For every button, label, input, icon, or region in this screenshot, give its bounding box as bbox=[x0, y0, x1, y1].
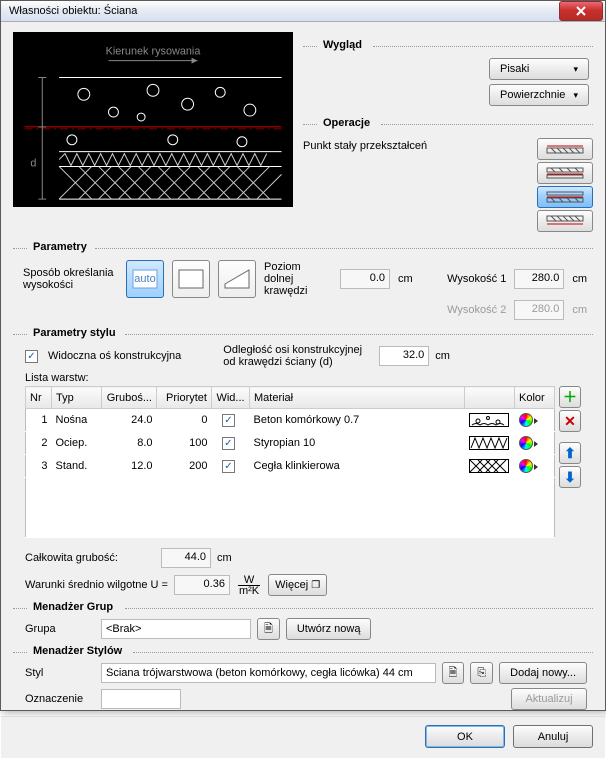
col-priorytet[interactable]: Priorytet bbox=[157, 387, 212, 409]
ok-button[interactable]: OK bbox=[425, 725, 505, 748]
window-title: Własności obiektu: Ściana bbox=[9, 5, 559, 17]
menadzer-stylow-title: Menadżer Stylów bbox=[29, 645, 126, 657]
height-mode-rect[interactable] bbox=[172, 260, 210, 298]
color-picker-icon[interactable] bbox=[519, 459, 533, 473]
wyglad-title: Wygląd bbox=[319, 39, 366, 51]
table-row[interactable]: 2 Ociep. 8.0 100 Styropian 10 bbox=[26, 432, 555, 455]
lista-warstw-label: Lista warstw: bbox=[25, 372, 89, 384]
chevron-down-icon bbox=[573, 63, 578, 75]
close-icon bbox=[575, 5, 587, 17]
row2-visible-checkbox[interactable] bbox=[222, 437, 235, 450]
poziom-value[interactable]: 0.0 bbox=[340, 269, 390, 289]
dialog-window: Własności obiektu: Ściana Kierunek rysow… bbox=[0, 0, 606, 711]
pisaki-dropdown[interactable]: Pisaki bbox=[489, 58, 589, 80]
parametry-title: Parametry bbox=[29, 241, 91, 253]
col-wid[interactable]: Wid... bbox=[212, 387, 250, 409]
svg-text:auto: auto bbox=[134, 273, 155, 285]
table-row[interactable]: 3 Stand. 12.0 200 Cegła klinkierowa bbox=[26, 455, 555, 478]
move-down-button[interactable]: ⬇ bbox=[559, 466, 581, 488]
styl-field[interactable] bbox=[101, 663, 436, 683]
poziom-label: Poziom dolnej krawędzi bbox=[264, 261, 332, 297]
sposob-label: Sposób określania wysokości bbox=[23, 267, 118, 291]
hatch-icon[interactable] bbox=[469, 459, 509, 473]
hatch-icon[interactable] bbox=[469, 413, 509, 427]
height-mode-slope[interactable] bbox=[218, 260, 256, 298]
col-material[interactable]: Materiał bbox=[250, 387, 465, 409]
col-grubos[interactable]: Gruboś... bbox=[102, 387, 157, 409]
table-row[interactable]: 1 Nośna 24.0 0 Beton komórkowy 0.7 bbox=[26, 409, 555, 432]
transform-mode-2[interactable] bbox=[537, 162, 593, 184]
color-picker-icon[interactable] bbox=[519, 413, 533, 427]
transform-mode-1[interactable] bbox=[537, 138, 593, 160]
u-value: 0.36 bbox=[174, 575, 230, 595]
layers-table[interactable]: Nr Typ Gruboś... Priorytet Wid... Materi… bbox=[25, 386, 555, 538]
powierzchnie-dropdown[interactable]: Powierzchnie bbox=[489, 84, 589, 106]
row1-visible-checkbox[interactable] bbox=[222, 414, 235, 427]
calkowita-value: 44.0 bbox=[161, 548, 211, 568]
wys2-label: Wysokość 2 bbox=[447, 304, 506, 316]
col-nr[interactable]: Nr bbox=[26, 387, 52, 409]
odleglosc-label: Odległość osi konstrukcyjnej od krawędzi… bbox=[223, 344, 373, 368]
dialog-buttons: OK Anuluj bbox=[1, 716, 605, 758]
dodaj-nowy-button[interactable]: Dodaj nowy... bbox=[499, 662, 587, 684]
oznaczenie-label: Oznaczenie bbox=[25, 693, 95, 705]
remove-layer-button[interactable]: ✕ bbox=[559, 410, 581, 432]
styl-copy-button[interactable]: ⎘ bbox=[470, 662, 493, 684]
styl-label: Styl bbox=[25, 667, 95, 679]
titlebar: Własności obiektu: Ściana bbox=[1, 1, 605, 22]
document-icon: 🗎 bbox=[264, 620, 273, 639]
utworz-nowa-button[interactable]: Utwórz nową bbox=[286, 618, 372, 640]
height-mode-auto[interactable]: auto bbox=[126, 260, 164, 298]
grupa-label: Grupa bbox=[25, 623, 95, 635]
preview-canvas: Kierunek rysowania d bbox=[13, 32, 293, 207]
transform-mode-4[interactable] bbox=[537, 210, 593, 232]
preview-caption: Kierunek rysowania bbox=[106, 46, 202, 58]
col-typ[interactable]: Typ bbox=[52, 387, 102, 409]
grupa-browse-button[interactable]: 🗎 bbox=[257, 618, 280, 640]
punkt-staly-label: Punkt stały przekształceń bbox=[303, 138, 453, 152]
row3-visible-checkbox[interactable] bbox=[222, 460, 235, 473]
calkowita-label: Całkowita grubość: bbox=[25, 552, 155, 564]
copy-icon: ⎘ bbox=[477, 667, 486, 680]
move-up-button[interactable]: ⬆ bbox=[559, 442, 581, 464]
grupa-field[interactable] bbox=[101, 619, 251, 639]
col-hatch[interactable] bbox=[465, 387, 515, 409]
odleglosc-value[interactable]: 32.0 bbox=[379, 346, 429, 366]
parametry-stylu-title: Parametry stylu bbox=[29, 327, 120, 339]
wys1-value[interactable]: 280.0 bbox=[514, 269, 564, 289]
close-button[interactable] bbox=[559, 1, 603, 21]
hatch-icon[interactable] bbox=[469, 436, 509, 450]
wys2-value: 280.0 bbox=[514, 300, 564, 320]
cancel-button[interactable]: Anuluj bbox=[513, 725, 593, 748]
wys1-label: Wysokość 1 bbox=[447, 273, 506, 285]
oznaczenie-field[interactable] bbox=[101, 689, 181, 709]
operacje-title: Operacje bbox=[319, 117, 374, 129]
transform-mode-3[interactable] bbox=[537, 186, 593, 208]
warunki-label: Warunki średnio wilgotne U = bbox=[25, 579, 168, 591]
color-picker-icon[interactable] bbox=[519, 436, 533, 450]
menadzer-grup-title: Menadżer Grup bbox=[29, 601, 117, 613]
widoczna-os-label: Widoczna oś konstrukcyjna bbox=[48, 350, 181, 362]
col-kolor[interactable]: Kolor bbox=[515, 387, 555, 409]
wiecej-button[interactable]: Więcej ❐ bbox=[268, 574, 327, 596]
add-layer-button[interactable]: ＋ bbox=[559, 386, 581, 408]
chevron-down-icon bbox=[573, 89, 578, 101]
document-icon: 🗎 bbox=[449, 664, 458, 683]
styl-browse-button[interactable]: 🗎 bbox=[442, 662, 465, 684]
u-unit: Wm²K bbox=[238, 575, 260, 596]
widoczna-os-checkbox[interactable] bbox=[25, 350, 38, 363]
popup-icon: ❐ bbox=[311, 580, 320, 591]
preview-d-label: d bbox=[30, 157, 36, 169]
aktualizuj-button: Aktualizuj bbox=[511, 688, 587, 710]
